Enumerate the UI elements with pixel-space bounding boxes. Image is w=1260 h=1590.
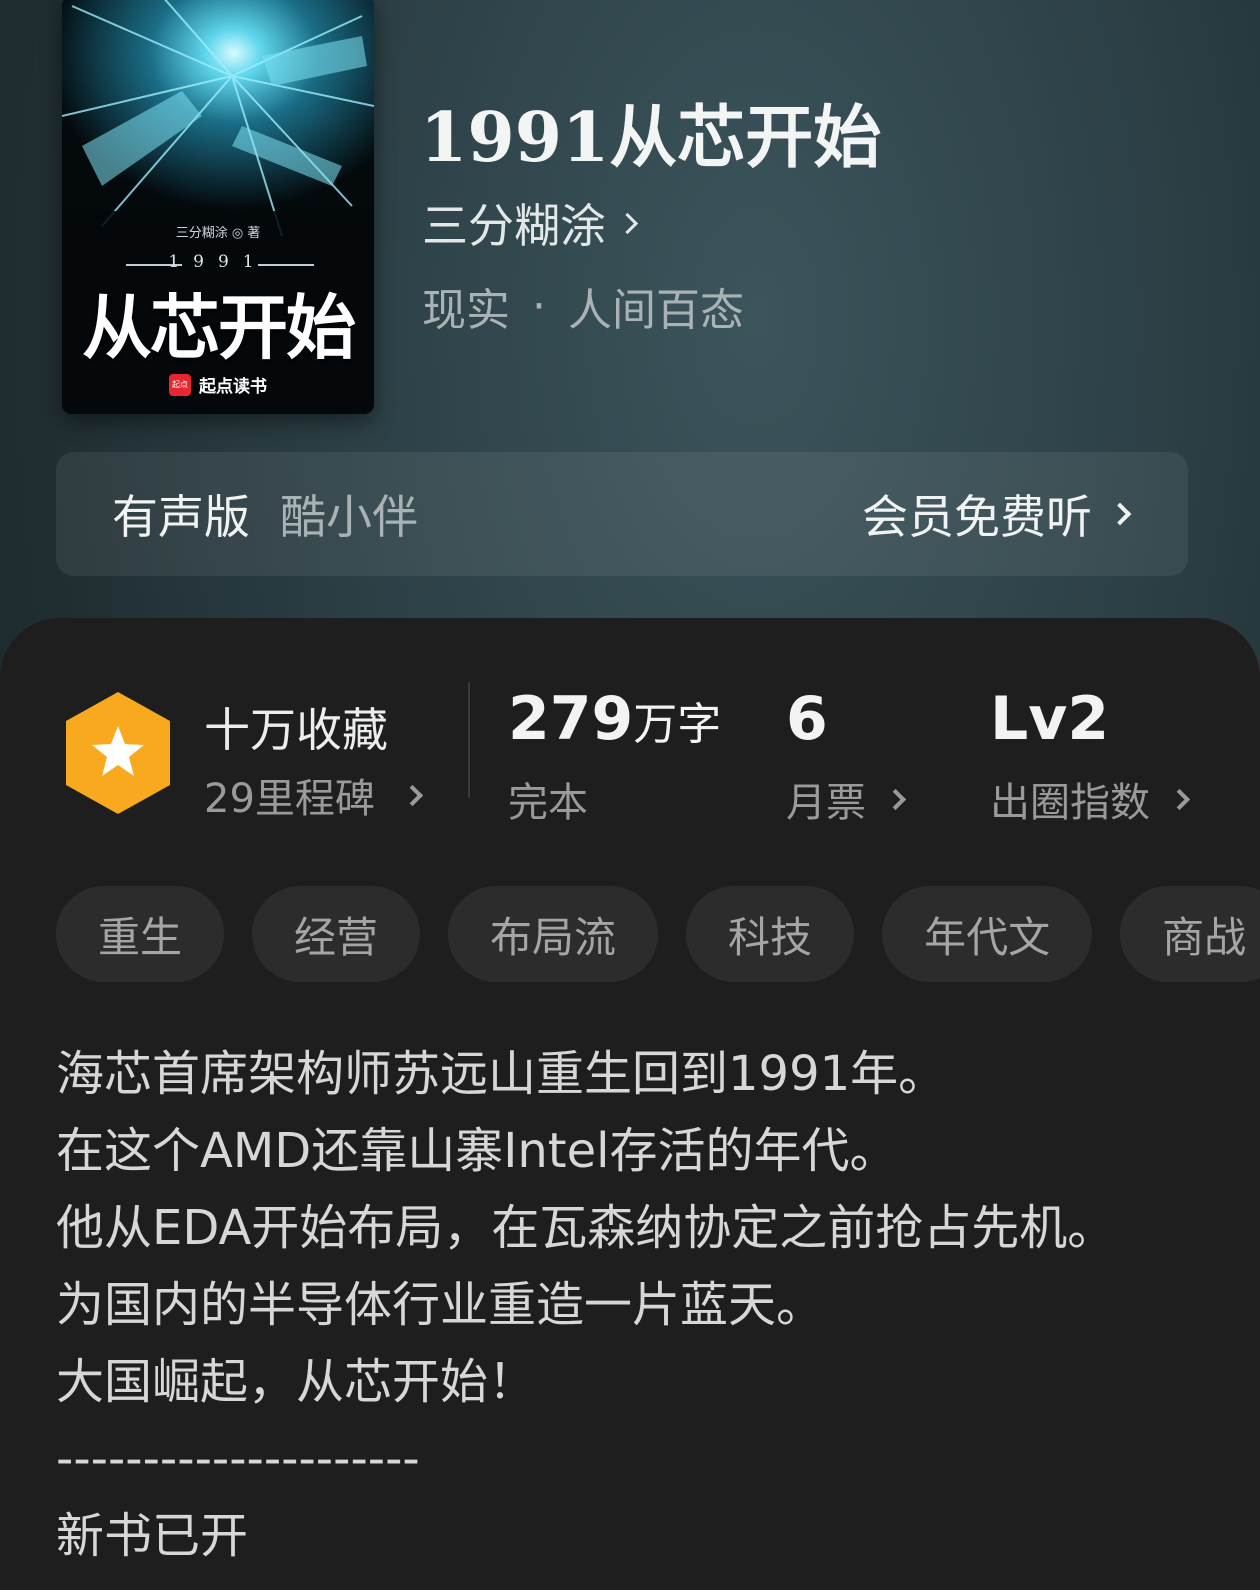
tag-list: 重生 经营 布局流 科技 年代文 商战 [56,886,1260,982]
chevron-right-icon [1108,502,1132,526]
publisher-name: 起点读书 [199,377,267,397]
chevron-right-icon [616,212,639,234]
tag-chip[interactable]: 布局流 [448,886,659,982]
chevron-right-icon [401,784,424,806]
cover-year-rule-right [258,264,314,266]
tag-chip[interactable]: 经营 [252,886,421,982]
influence-index-label: 出圈指数 [990,780,1150,826]
description-line: 在这个AMD还靠山寨Intel存活的年代。 [56,1123,898,1179]
book-title: 1991从芯开始 [420,98,882,178]
book-detail-page: 三分糊涂 ◎ 著 1991 从芯开始 起点 起点读书 1991从芯开始 三分糊涂… [0,0,1260,1590]
favorite-badge-icon [66,692,170,814]
audio-version-bar[interactable]: 有声版 酷小伴 会员免费听 [56,452,1188,576]
monthly-votes-count: 6 [786,684,828,754]
cover-publisher: 起点 起点读书 [62,372,374,397]
influence-index-link[interactable]: 出圈指数 [990,770,1191,828]
monthly-votes-label: 月票 [786,780,866,826]
book-description[interactable]: 海芯首席架构师苏远山重生回到1991年。 在这个AMD还靠山寨Intel存活的年… [56,1036,1216,1575]
audio-version-label: 有声版 [112,490,250,544]
tag-chip[interactable]: 重生 [56,886,225,982]
publisher-logo-icon: 起点 [169,373,191,396]
favorites-count: 十万收藏 [204,703,388,757]
chevron-right-icon [1168,788,1191,810]
description-line: 为国内的半导体行业重造一片蓝天。 [56,1277,825,1333]
cover-author-line: 三分糊涂 ◎ 著 [175,226,261,241]
genre-separator: · [532,280,546,332]
tag-chip[interactable]: 科技 [686,886,855,982]
description-line: 他从EDA开始布局，在瓦森纳协定之前抢占先机。 [56,1200,1116,1256]
chevron-right-icon [884,788,907,810]
influence-level: Lv2 [990,684,1110,754]
subcategory[interactable]: 人间百态 [568,274,744,338]
book-info-panel: 十万收藏 29里程碑 279万字 完本 6 月票 Lv2 出圈指数 重生 经营 … [0,618,1260,1590]
description-line: 新书已开 [56,1508,249,1564]
cover-title: 从芯开始 [82,286,356,369]
member-free-listen-label: 会员免费听 [862,490,1092,544]
description-line: 海芯首席架构师苏远山重生回到1991年。 [56,1046,947,1102]
stats-row: 十万收藏 29里程碑 279万字 完本 6 月票 Lv2 出圈指数 [0,678,1260,828]
word-count: 279万字 [508,684,721,754]
genre-line: 现实 · 人间百态 [422,274,744,338]
word-count-unit: 万字 [633,699,722,750]
member-free-listen-button[interactable]: 会员免费听 [862,481,1132,547]
author-link[interactable]: 三分糊涂 [422,190,639,256]
monthly-votes-link[interactable]: 月票 [786,770,907,828]
cover-year: 1991 [168,252,268,272]
word-count-value: 279 [508,684,634,754]
milestones-link[interactable]: 29里程碑 [204,766,424,824]
milestones-label: 29里程碑 [204,776,375,822]
description-divider-line: --------------------- [56,1431,420,1487]
tag-chip[interactable]: 商战 [1120,886,1260,982]
audio-voice-name: 酷小伴 [280,490,418,544]
completion-status-label: 完本 [508,780,588,826]
description-line: 大国崛起，从芯开始！ [56,1354,537,1410]
category[interactable]: 现实 [422,274,510,338]
completion-status: 完本 [508,770,588,828]
author-name: 三分糊涂 [422,199,606,253]
tag-chip[interactable]: 年代文 [882,886,1093,982]
book-cover[interactable]: 三分糊涂 ◎ 著 1991 从芯开始 起点 起点读书 [62,0,374,414]
stats-divider [468,682,470,798]
